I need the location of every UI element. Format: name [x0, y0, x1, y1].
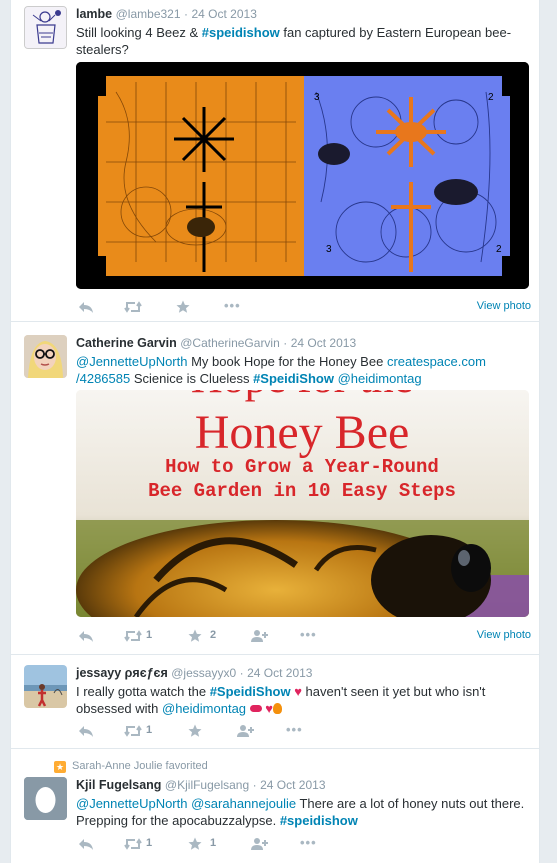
svg-text:3: 3: [326, 244, 332, 255]
text-segment: I really gotta watch the: [76, 684, 210, 699]
author-name[interactable]: lambe: [76, 7, 112, 21]
bee-etching-image: 3 2 3 2: [76, 62, 529, 289]
separator-dot: ·: [252, 778, 257, 792]
egg-avatar-icon[interactable]: [24, 777, 67, 820]
text-segment: Still looking 4 Beez &: [76, 25, 202, 40]
svg-text:3: 3: [314, 92, 320, 103]
retweet-icon[interactable]: [124, 296, 142, 316]
avatar-lambe[interactable]: [24, 6, 67, 49]
retweet-count: 1: [146, 837, 153, 849]
tweet-timestamp[interactable]: 24 Oct 2013: [191, 7, 256, 21]
follow-icon[interactable]: [250, 625, 268, 645]
favorite-star-icon[interactable]: 1: [188, 833, 216, 853]
book-title: Honey Bee: [195, 406, 410, 459]
tweet-jessayy[interactable]: jessayy ρяєƒєя @jessayyx0 · 24 Oct 2013 …: [11, 655, 539, 749]
egg-avatar-graphic: [24, 777, 67, 820]
hashtag-link[interactable]: #SpeidiShow: [210, 684, 291, 699]
text-segment: My book Hope for the Honey Bee: [187, 354, 387, 369]
favorited-context: ★ Sarah-Anne Joulie favorited: [54, 760, 208, 773]
timeline-stream: lambe @lambe321 · 24 Oct 2013 Still look…: [10, 0, 540, 863]
author-name[interactable]: jessayy: [76, 666, 121, 680]
favorite-badge-icon: ★: [54, 761, 66, 773]
book-cover-image: Hope for the Honey Bee How to Grow a Yea…: [76, 390, 529, 617]
author-name[interactable]: Kjil Fugelsang: [76, 778, 161, 792]
favorite-count: 2: [210, 629, 217, 641]
view-photo-link[interactable]: View photo: [477, 625, 531, 645]
tweet-photo[interactable]: 3 2 3 2: [76, 62, 529, 289]
follow-icon[interactable]: [250, 833, 268, 853]
favorite-count: 1: [210, 837, 217, 849]
view-photo-link[interactable]: View photo: [477, 296, 531, 316]
more-icon[interactable]: •••: [224, 296, 241, 316]
tweet-kjil-fugelsang[interactable]: ★ Sarah-Anne Joulie favorited Kjil Fugels…: [11, 749, 539, 863]
lips-emoji: [249, 705, 262, 712]
tweet-text: I really gotta watch the #SpeidiShow ♥ h…: [76, 683, 531, 717]
more-icon[interactable]: •••: [300, 625, 317, 645]
tweet-timestamp[interactable]: 24 Oct 2013: [291, 336, 356, 350]
tweet-timestamp[interactable]: 24 Oct 2013: [260, 778, 325, 792]
reply-icon[interactable]: [78, 833, 94, 853]
book-title-top: Hope for the: [191, 390, 413, 402]
mention-link[interactable]: @sarahannejoulie: [191, 796, 296, 811]
fire-emoji: [273, 703, 282, 714]
text-segment: Scienice is Clueless: [130, 371, 254, 386]
tweet-text: @JennetteUpNorth My book Hope for the Ho…: [76, 353, 531, 387]
retweet-icon[interactable]: 1: [124, 720, 152, 740]
avatar-jessayy[interactable]: [24, 665, 67, 708]
book-subtitle-line-1: How to Grow a Year-Round: [165, 456, 439, 478]
tweet-lambe[interactable]: lambe @lambe321 · 24 Oct 2013 Still look…: [11, 0, 539, 322]
retweet-icon[interactable]: 1: [124, 625, 152, 645]
more-icon[interactable]: •••: [286, 720, 303, 740]
favorite-star-icon[interactable]: 2: [188, 625, 216, 645]
separator-dot: ·: [283, 336, 288, 350]
book-subtitle-line-2: Bee Garden in 10 Easy Steps: [148, 480, 456, 502]
avatar-catherine-garvin[interactable]: [24, 335, 67, 378]
tweet-text: Still looking 4 Beez & #speidishow fan c…: [76, 24, 531, 58]
mention-link[interactable]: @JennetteUpNorth: [76, 796, 187, 811]
url-link[interactable]: createspace.com: [387, 354, 486, 369]
author-username[interactable]: @CatherineGarvin: [180, 336, 280, 350]
svg-text:2: 2: [488, 92, 494, 103]
mention-link[interactable]: @heidimontag: [162, 701, 246, 716]
tweet-timestamp[interactable]: 24 Oct 2013: [247, 666, 312, 680]
avatar-photo-image: [24, 335, 67, 378]
tweet-text: @JennetteUpNorth @sarahannejoulie There …: [76, 795, 531, 829]
separator-dot: ·: [184, 7, 188, 21]
mention-link[interactable]: @heidimontag: [338, 371, 422, 386]
retweet-icon[interactable]: 1: [124, 833, 152, 853]
heart-emoji: ♥: [265, 701, 273, 716]
svg-text:2: 2: [496, 244, 502, 255]
tweet-photo[interactable]: Hope for the Honey Bee How to Grow a Yea…: [76, 390, 529, 617]
retweet-count: 1: [146, 629, 153, 641]
avatar-beach-image: [24, 665, 67, 708]
author-name-decoration[interactable]: ρяєƒєя: [125, 666, 168, 680]
reply-icon[interactable]: [78, 625, 94, 645]
retweet-count: 1: [146, 724, 153, 736]
favorite-star-icon[interactable]: [176, 296, 190, 316]
hashtag-link[interactable]: #speidishow: [280, 813, 358, 828]
separator-dot: ·: [239, 666, 244, 680]
avatar-sketch-image: [25, 7, 66, 48]
follow-icon[interactable]: [236, 720, 254, 740]
favorited-context-text: Sarah-Anne Joulie favorited: [72, 760, 208, 772]
reply-icon[interactable]: [78, 720, 94, 740]
heart-emoji: ♥: [294, 684, 302, 699]
hashtag-link[interactable]: #speidishow: [202, 25, 280, 40]
author-username[interactable]: @jessayyx0: [171, 666, 236, 680]
more-icon[interactable]: •••: [300, 833, 317, 853]
author-username[interactable]: @KjilFugelsang: [165, 778, 249, 792]
author-name[interactable]: Catherine Garvin: [76, 336, 177, 350]
author-username[interactable]: @lambe321: [116, 7, 181, 21]
tweet-catherine-garvin[interactable]: Catherine Garvin @CatherineGarvin · 24 O…: [11, 322, 539, 655]
url-link-continued[interactable]: /4286585: [76, 371, 130, 386]
reply-icon[interactable]: [78, 296, 94, 316]
favorite-star-icon[interactable]: [188, 720, 202, 740]
hashtag-link[interactable]: #SpeidiShow: [253, 371, 334, 386]
mention-link[interactable]: @JennetteUpNorth: [76, 354, 187, 369]
